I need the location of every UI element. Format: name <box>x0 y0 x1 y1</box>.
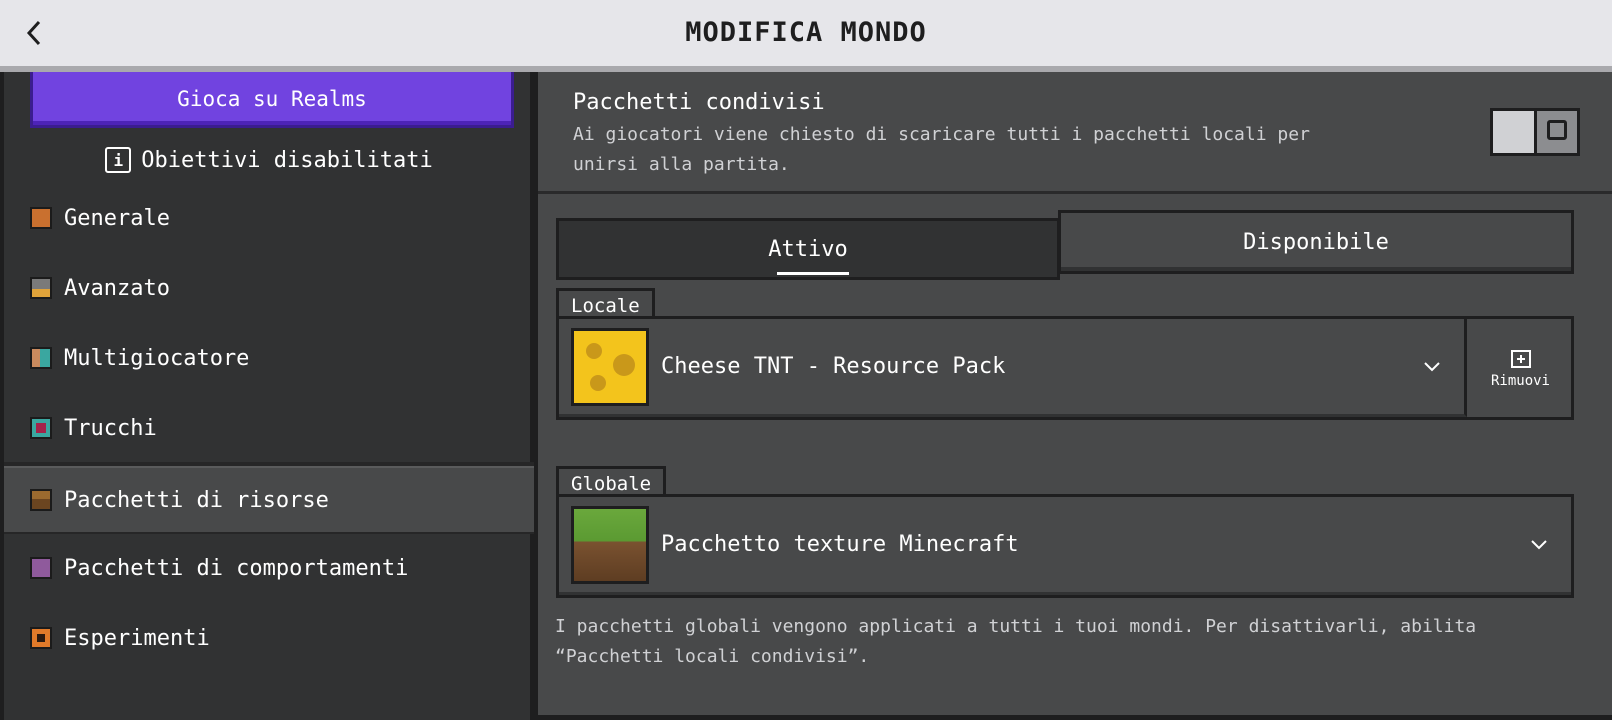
sidebar-item-advanced[interactable]: Avanzato <box>4 254 534 322</box>
local-pack-item[interactable]: Cheese TNT - Resource Pack <box>559 319 1467 417</box>
remove-label: Rimuovi <box>1490 373 1550 389</box>
sidebar-item-label: Trucchi <box>64 415 157 441</box>
page-title: MODIFICA MONDO <box>685 17 927 48</box>
sidebar-item-label: Generale <box>64 205 170 231</box>
grass-block-icon <box>571 505 649 584</box>
furnace-icon <box>30 277 52 299</box>
gear-icon <box>30 207 52 229</box>
tab-available[interactable]: Disponibile <box>1058 210 1574 274</box>
tab-selected-indicator <box>777 272 849 275</box>
achievements-label: Obiettivi disabilitati <box>141 147 433 173</box>
sidebar-item-experiments[interactable]: Esperimenti <box>4 604 534 672</box>
sidebar-item-label: Pacchetti di comportamenti <box>64 555 409 581</box>
chevron-down-icon <box>1424 361 1440 371</box>
title-bar: MODIFICA MONDO <box>0 0 1612 66</box>
sidebar-item-label: Pacchetti di risorse <box>64 487 329 513</box>
players-icon <box>30 347 52 369</box>
sidebar-item-multiplayer[interactable]: Multigiocatore <box>4 324 534 392</box>
remove-pack-button[interactable]: Rimuovi <box>1470 319 1571 417</box>
sidebar-item-resource-packs[interactable]: Pacchetti di risorse <box>4 466 534 534</box>
remove-icon <box>1510 350 1531 368</box>
cheese-holes-icon <box>586 342 635 391</box>
behavior-icon <box>30 557 52 579</box>
global-pack-item[interactable]: Pacchetto texture Minecraft <box>559 497 1571 595</box>
chest-icon <box>30 489 52 511</box>
global-pack-name: Pacchetto texture Minecraft <box>661 532 1019 557</box>
sidebar-item-label: Avanzato <box>64 275 170 301</box>
info-icon: i <box>105 147 132 173</box>
local-pack-row: Cheese TNT - Resource Pack Rimuovi <box>556 316 1574 420</box>
shared-packs-setting: Pacchetti condivisi Ai giocatori viene c… <box>538 72 1612 194</box>
sidebar-item-label: Multigiocatore <box>64 345 250 371</box>
expand-local-pack-button[interactable] <box>1412 352 1452 382</box>
global-pack-row: Pacchetto texture Minecraft <box>556 494 1574 598</box>
sidebar-item-behavior-packs[interactable]: Pacchetti di comportamenti <box>4 534 534 602</box>
shared-packs-description: Ai giocatori viene chiesto di scaricare … <box>573 124 1310 175</box>
main-panel: Pacchetti condivisi Ai giocatori viene c… <box>538 72 1612 715</box>
sidebar-item-general[interactable]: Generale <box>4 184 534 252</box>
expand-global-pack-button[interactable] <box>1519 530 1559 560</box>
toggle-knob <box>1493 111 1537 153</box>
sidebar-item-cheats[interactable]: Trucchi <box>4 394 534 462</box>
play-on-realms-button[interactable]: Gioca su Realms <box>30 72 514 128</box>
chevron-down-icon <box>1531 539 1547 549</box>
tab-active[interactable]: Attivo <box>556 218 1060 280</box>
sidebar-item-label: Esperimenti <box>64 625 210 651</box>
global-packs-note: I pacchetti globali vengono applicati a … <box>555 616 1477 667</box>
toggle-off-icon <box>1547 120 1567 140</box>
sidebar: Gioca su Realms i Obiettivi disabilitati… <box>0 72 534 720</box>
shared-packs-toggle[interactable] <box>1490 108 1580 156</box>
achievements-disabled-notice: i Obiettivi disabilitati <box>4 138 534 182</box>
cheese-pack-icon <box>571 327 649 406</box>
shared-packs-title: Pacchetti condivisi <box>573 90 825 115</box>
tab-label: Attivo <box>768 236 848 262</box>
cheats-icon <box>30 417 52 439</box>
local-pack-name: Cheese TNT - Resource Pack <box>661 354 1006 379</box>
experiment-icon <box>30 627 52 649</box>
tab-label: Disponibile <box>1243 229 1389 255</box>
